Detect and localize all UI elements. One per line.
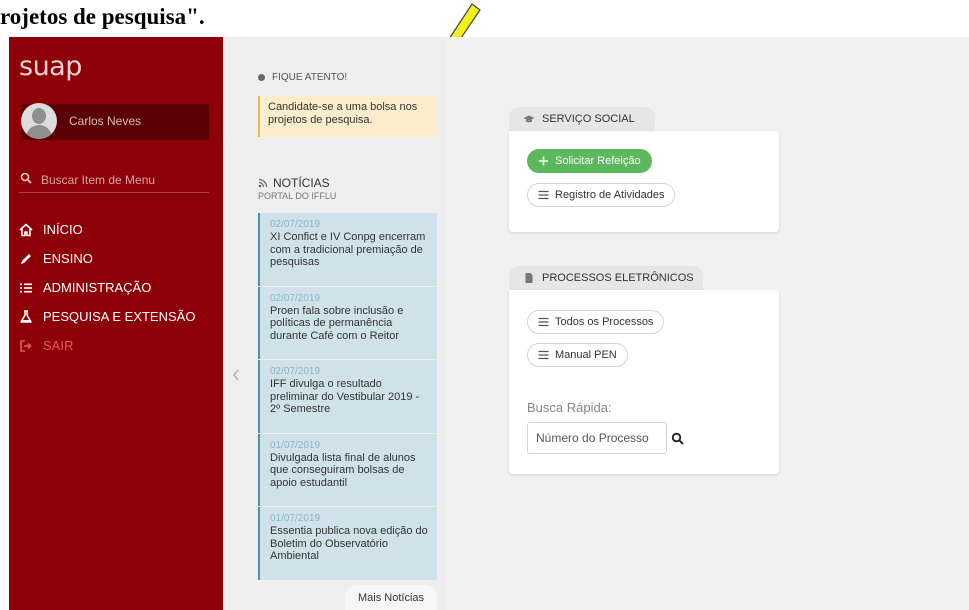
news-heading: NOTÍCIAS — [258, 176, 330, 190]
todos-processos-button[interactable]: Todos os Processos — [527, 310, 665, 334]
button-label: Solicitar Refeição — [555, 155, 641, 167]
news-list: 02/07/2019 XI Confict e IV Conpg encerra… — [258, 213, 437, 581]
tab-processos-eletronicos: PROCESSOS ELETRÔNICOS — [509, 266, 703, 290]
menu-search-input[interactable] — [41, 172, 201, 188]
more-news-button[interactable]: Mais Notícias — [345, 585, 437, 610]
sidebar-item-sair[interactable]: SAIR — [19, 331, 219, 360]
info-icon — [258, 74, 265, 81]
panel-servico-social: Solicitar Refeição Registro de Atividade… — [509, 131, 779, 232]
sidebar-item-ensino[interactable]: ENSINO — [19, 244, 219, 273]
sidebar-item-administracao[interactable]: ADMINISTRAÇÃO — [19, 273, 219, 302]
list-icon — [19, 281, 33, 295]
button-label: Todos os Processos — [555, 316, 654, 328]
plus-icon — [539, 156, 548, 166]
screen: rojetos de pesquisa". suap Carlos Neves … — [0, 0, 969, 610]
solicitar-refeicao-button[interactable]: Solicitar Refeição — [527, 149, 652, 173]
search-icon — [20, 172, 32, 184]
list-icon — [538, 317, 549, 327]
button-label: Registro de Atividades — [555, 189, 665, 201]
rss-icon — [258, 178, 268, 188]
news-column: FIQUE ATENTO! Candidate-se a uma bolsa n… — [223, 37, 446, 610]
news-date: 01/07/2019 — [270, 513, 321, 524]
news-date: 02/07/2019 — [270, 219, 321, 230]
news-headline[interactable]: Essentia publica nova edição do Boletim … — [270, 525, 429, 563]
suap-logo[interactable]: suap — [19, 51, 82, 82]
attention-title: FIQUE ATENTO! — [272, 72, 348, 83]
tab-servico-social: SERVIÇO SOCIAL — [509, 107, 655, 131]
pencil-icon — [19, 252, 33, 266]
news-date: 02/07/2019 — [270, 292, 321, 304]
news-headline[interactable]: IFF divulga o resultado preliminar do Ve… — [270, 378, 429, 416]
news-item[interactable]: 02/07/2019 Proen fala sobre inclusão e p… — [258, 286, 437, 359]
news-date: 01/07/2019 — [270, 439, 321, 451]
menu-search — [19, 169, 209, 193]
button-label: Manual PEN — [555, 349, 617, 361]
news-item[interactable]: 01/07/2019 Essentia publica nova edição … — [258, 507, 437, 580]
busca-rapida-label: Busca Rápida: — [527, 400, 612, 415]
chevron-left-icon[interactable] — [232, 369, 240, 381]
sidebar-item-label: ADMINISTRAÇÃO — [43, 280, 152, 295]
sidebar: suap Carlos Neves INÍCIO — [9, 37, 223, 610]
panel-title: SERVIÇO SOCIAL — [542, 113, 635, 125]
graduation-cap-icon — [523, 115, 535, 123]
news-subtitle: PORTAL DO IFFLU — [258, 191, 337, 201]
panel-processos-eletronicos: Todos os Processos Manual PEN Busca Rápi… — [509, 290, 779, 474]
news-headline[interactable]: Proen fala sobre inclusão e políticas de… — [270, 305, 429, 343]
flask-icon — [19, 309, 33, 324]
file-icon — [525, 273, 533, 283]
manual-pen-button[interactable]: Manual PEN — [527, 343, 628, 367]
sidebar-item-pesquisa[interactable]: PESQUISA E EXTENSÃO — [19, 302, 219, 331]
panel-title: PROCESSOS ELETRÔNICOS — [542, 272, 694, 284]
document-caption: rojetos de pesquisa". — [0, 4, 205, 29]
sidebar-item-inicio[interactable]: INÍCIO — [19, 215, 219, 244]
sidebar-item-label: ENSINO — [43, 251, 93, 266]
news-headline[interactable]: Divulgada lista final de alunos que cons… — [270, 452, 429, 490]
news-item[interactable]: 01/07/2019 Divulgada lista final de alun… — [258, 433, 437, 506]
numero-processo-input[interactable] — [527, 422, 667, 454]
user-name[interactable]: Carlos Neves — [69, 114, 141, 128]
sign-out-icon — [19, 339, 33, 353]
main-content: SERVIÇO SOCIAL Solicitar Refeição Regist… — [446, 37, 969, 610]
avatar-head-icon — [32, 108, 46, 124]
news-headline[interactable]: XI Confict e IV Conpg encerram com a tra… — [270, 231, 429, 269]
registro-atividades-button[interactable]: Registro de Atividades — [527, 183, 676, 207]
home-icon — [19, 223, 33, 237]
news-item[interactable]: 02/07/2019 IFF divulga o resultado preli… — [258, 360, 437, 433]
sidebar-menu: INÍCIO ENSINO ADMINISTRAÇÃO PESQUISA E E… — [19, 215, 219, 360]
news-title: NOTÍCIAS — [273, 176, 330, 190]
sidebar-item-label: SAIR — [43, 338, 74, 353]
sidebar-item-label: INÍCIO — [43, 222, 83, 237]
sidebar-item-label: PESQUISA E EXTENSÃO — [43, 309, 196, 324]
news-item[interactable]: 02/07/2019 XI Confict e IV Conpg encerra… — [258, 213, 437, 286]
avatar[interactable] — [21, 103, 57, 139]
attention-heading: FIQUE ATENTO! — [258, 72, 347, 83]
avatar-body-icon — [26, 125, 52, 139]
search-icon[interactable] — [671, 432, 684, 445]
news-date: 02/07/2019 — [270, 366, 321, 377]
list-icon — [538, 190, 549, 200]
list-icon — [538, 350, 549, 360]
attention-message[interactable]: Candidate-se a uma bolsa nos projetos de… — [258, 96, 437, 137]
